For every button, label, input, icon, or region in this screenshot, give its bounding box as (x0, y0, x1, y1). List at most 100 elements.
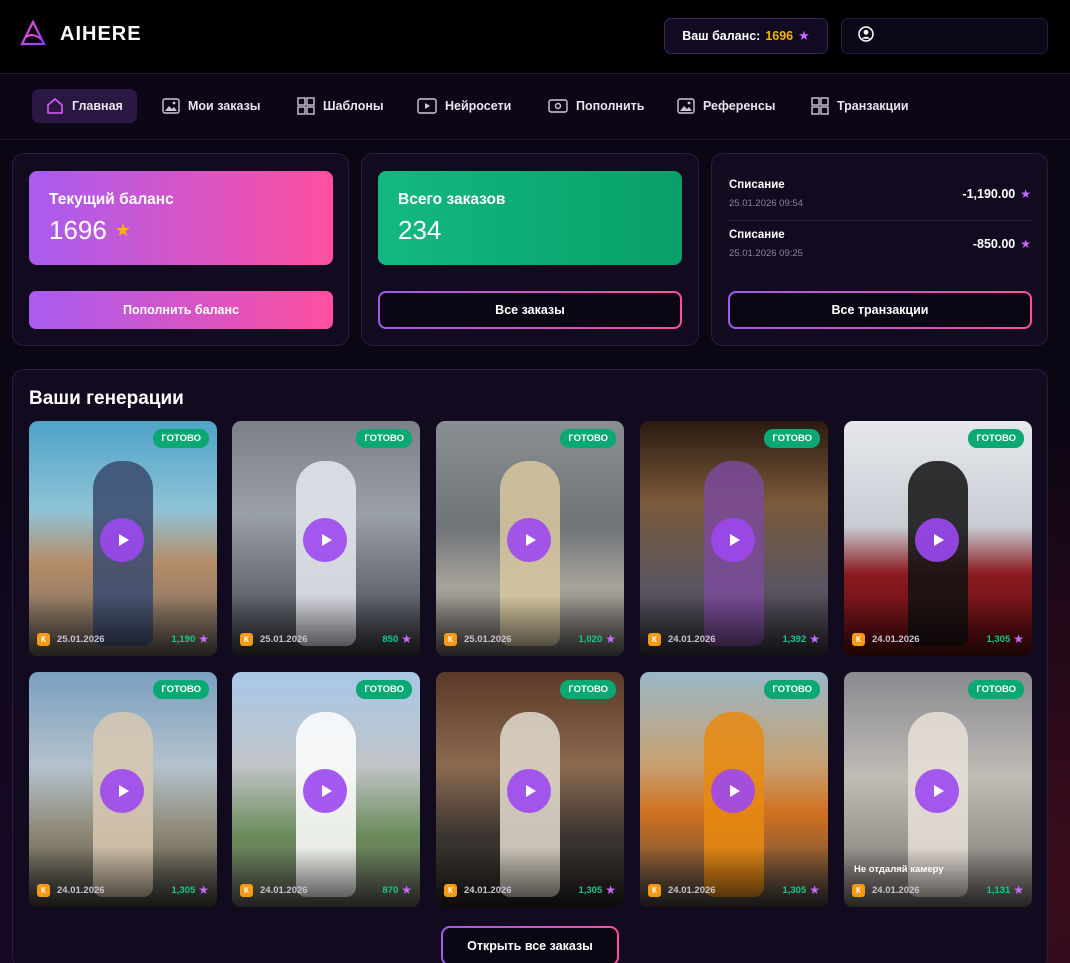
open-all-orders-button[interactable]: Открыть все заказы (441, 926, 619, 963)
generation-price: 1,305 (782, 884, 807, 896)
star-icon: ★ (809, 883, 820, 897)
play-icon[interactable] (711, 769, 755, 813)
divider (729, 220, 1031, 221)
play-icon[interactable] (303, 518, 347, 562)
generation-footer: К 25.01.2026 1,190 ★ (37, 632, 209, 646)
star-icon: ★ (198, 883, 209, 897)
generation-card[interactable]: ГОТОВО К 24.01.2026 1,305 ★ (640, 672, 828, 907)
generation-footer: К 24.01.2026 1,131 ★ (852, 883, 1024, 897)
balance-stat-value-row: 1696 ★ (49, 215, 313, 246)
orders-stat-value: 234 (398, 215, 442, 245)
generation-card[interactable]: ГОТОВО К 24.01.2026 1,305 ★ (436, 672, 624, 907)
play-icon[interactable] (507, 518, 551, 562)
generation-price: 1,305 (171, 884, 196, 896)
generation-card[interactable]: ГОТОВО К 25.01.2026 1,190 ★ (29, 421, 217, 656)
logo[interactable]: AIHERE (20, 20, 142, 48)
k-icon: К (852, 632, 865, 646)
image-icon (162, 98, 180, 114)
thumbnail-shade (844, 596, 1032, 656)
play-icon[interactable] (100, 769, 144, 813)
generation-card[interactable]: ГОТОВО К 24.01.2026 1,305 ★ (29, 672, 217, 907)
k-icon: К (37, 883, 50, 897)
generation-date: 24.01.2026 (872, 633, 920, 645)
star-icon: ★ (1013, 632, 1024, 646)
generation-card[interactable]: ГОТОВО К 24.01.2026 870 ★ (232, 672, 420, 907)
all-orders-button[interactable]: Все заказы (378, 291, 682, 329)
generation-card[interactable]: ГОТОВО К 24.01.2026 1,305 ★ (844, 421, 1032, 656)
generation-card[interactable]: ГОТОВО К 25.01.2026 1,020 ★ (436, 421, 624, 656)
nav-item-label: Транзакции (837, 99, 909, 113)
transaction-row[interactable]: Списание 25.01.2026 09:25 -850.00 ★ (729, 229, 1031, 259)
thumbnail-shade (436, 596, 624, 656)
transaction-row[interactable]: Списание 25.01.2026 09:54 -1,190.00 ★ (729, 179, 1031, 209)
generation-footer: К 24.01.2026 1,305 ★ (444, 883, 616, 897)
thumbnail-shade (640, 596, 828, 656)
star-icon: ★ (605, 883, 616, 897)
generation-card[interactable]: ГОТОВО Не отдаляй камеру К 24.01.2026 1,131 ★ (844, 672, 1032, 907)
status-badge: ГОТОВО (560, 680, 616, 699)
generation-price: 1,392 (782, 633, 807, 645)
nav-item-label: Мои заказы (188, 99, 261, 113)
generation-date: 24.01.2026 (260, 884, 308, 896)
grid-icon (811, 97, 829, 115)
image-icon (677, 98, 695, 114)
generation-card[interactable]: ГОТОВО К 24.01.2026 1,392 ★ (640, 421, 828, 656)
nav-item-label: Референсы (703, 99, 776, 113)
balance-stat-label: Текущий баланс (49, 191, 174, 208)
main-nav: Главная Мои заказы Шаблоны Нейросети Поп… (0, 75, 1070, 140)
generation-footer: К 24.01.2026 1,305 ★ (852, 632, 1024, 646)
nav-item-transactions[interactable]: Транзакции (797, 89, 923, 123)
generation-date: 24.01.2026 (57, 884, 105, 896)
generation-price-row: 1,131 ★ (986, 883, 1024, 897)
status-badge: ГОТОВО (356, 680, 412, 699)
play-icon[interactable] (915, 769, 959, 813)
star-icon: ★ (401, 632, 412, 646)
star-icon: ★ (1020, 237, 1031, 251)
play-icon[interactable] (100, 518, 144, 562)
status-badge: ГОТОВО (968, 429, 1024, 448)
status-badge: ГОТОВО (968, 680, 1024, 699)
status-badge: ГОТОВО (356, 429, 412, 448)
transactions-card: Списание 25.01.2026 09:54 -1,190.00 ★ Сп… (711, 153, 1048, 346)
status-badge: ГОТОВО (153, 429, 209, 448)
top-up-balance-button[interactable]: Пополнить баланс (29, 291, 333, 329)
section-title: Ваши генерации (29, 388, 184, 409)
star-icon: ★ (605, 632, 616, 646)
transaction-amount: -850.00 (972, 237, 1016, 251)
star-icon: ★ (1020, 187, 1031, 201)
k-icon: К (37, 632, 50, 646)
nav-item-templates[interactable]: Шаблоны (283, 89, 398, 123)
generation-footer: К 24.01.2026 1,305 ★ (648, 883, 820, 897)
generation-price-row: 1,392 ★ (782, 632, 820, 646)
nav-item-top-up[interactable]: Пополнить (534, 89, 658, 123)
header-balance[interactable]: Ваш баланс: 1696 ★ (664, 18, 828, 54)
nav-item-label: Шаблоны (323, 99, 384, 113)
generation-footer: К 24.01.2026 1,305 ★ (37, 883, 209, 897)
play-icon[interactable] (915, 518, 959, 562)
status-badge: ГОТОВО (153, 680, 209, 699)
generation-footer: К 25.01.2026 1,020 ★ (444, 632, 616, 646)
generation-price-row: 1,190 ★ (171, 632, 209, 646)
thumbnail-shade (232, 847, 420, 907)
all-transactions-button[interactable]: Все транзакции (728, 291, 1032, 329)
generation-price: 1,190 (171, 633, 196, 645)
generation-price: 1,020 (578, 633, 603, 645)
nav-item-my-orders[interactable]: Мои заказы (148, 89, 274, 123)
generation-price-row: 850 ★ (382, 632, 412, 646)
k-icon: К (444, 883, 457, 897)
generation-card[interactable]: ГОТОВО К 25.01.2026 850 ★ (232, 421, 420, 656)
nav-item-home[interactable]: Главная (32, 89, 137, 123)
balance-label: Ваш баланс: (682, 29, 761, 43)
nav-item-references[interactable]: Референсы (663, 89, 789, 123)
generation-price-row: 1,305 ★ (171, 883, 209, 897)
user-menu[interactable] (841, 18, 1048, 54)
play-icon[interactable] (507, 769, 551, 813)
generation-date: 25.01.2026 (464, 633, 512, 645)
play-icon[interactable] (711, 518, 755, 562)
play-icon[interactable] (303, 769, 347, 813)
nav-item-neural-networks[interactable]: Нейросети (403, 89, 525, 123)
k-icon: К (852, 883, 865, 897)
app-name: AIHERE (60, 22, 142, 45)
user-icon (858, 25, 874, 47)
generation-footer: К 25.01.2026 850 ★ (240, 632, 412, 646)
